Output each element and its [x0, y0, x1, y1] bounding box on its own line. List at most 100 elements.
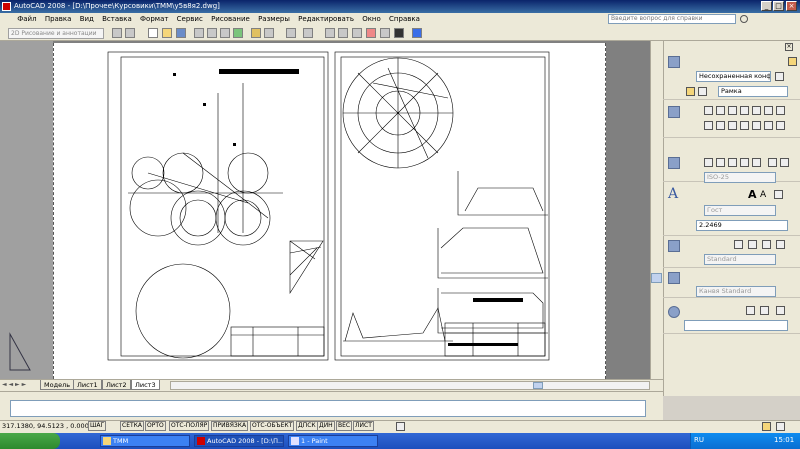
dimensions-panel-icon[interactable]	[668, 157, 680, 169]
text-style-select[interactable]: Гост	[704, 205, 776, 216]
zoom-icon[interactable]	[338, 28, 348, 38]
help-icon[interactable]	[412, 28, 422, 38]
multileader-style-select[interactable]: Standard	[704, 254, 776, 265]
menu-window[interactable]: Окно	[359, 13, 384, 25]
redo-icon[interactable]	[303, 28, 313, 38]
spell-check-icon[interactable]	[774, 190, 783, 199]
polar-toggle[interactable]: ОТС-ПОЛЯР	[169, 421, 210, 431]
workspace-settings-icon[interactable]	[112, 28, 122, 38]
boundary-icon[interactable]	[740, 121, 749, 130]
tolerance-icon[interactable]	[752, 158, 761, 167]
dim-style-select[interactable]: ISO-25	[704, 172, 776, 183]
language-indicator[interactable]: RU	[694, 436, 704, 444]
menu-format[interactable]: Формат	[137, 13, 171, 25]
pan-icon[interactable]	[325, 28, 335, 38]
help-search-input[interactable]: Введите вопрос для справки	[608, 14, 736, 24]
xline-icon[interactable]	[716, 106, 725, 115]
modify-panel-icon[interactable]	[668, 306, 680, 318]
tab-nav-arrows[interactable]: ◄ ◄ ► ►	[2, 381, 36, 389]
ducs-toggle[interactable]: ДПСК	[296, 421, 318, 431]
linear-dim-icon[interactable]	[704, 158, 713, 167]
menu-draw[interactable]: Рисование	[208, 13, 253, 25]
text-height-input[interactable]: 2.2469	[696, 220, 788, 231]
otrack-toggle[interactable]: ОТС-ОБЪЕКТ	[250, 421, 295, 431]
table-style-select[interactable]: Канвя Standard	[696, 286, 776, 297]
autocad-app-icon[interactable]	[2, 2, 11, 11]
leader-remove-icon[interactable]	[762, 240, 771, 249]
ellipse-icon[interactable]	[752, 121, 761, 130]
tab-model[interactable]: Модель	[40, 380, 75, 390]
tab-layout-1[interactable]: Лист1	[73, 380, 102, 390]
dyn-toggle[interactable]: ДИН	[317, 421, 335, 431]
angular-dim-icon[interactable]	[780, 158, 789, 167]
multileader-panel-icon[interactable]	[668, 240, 680, 252]
aligned-dim-icon[interactable]	[716, 158, 725, 167]
print-preview-icon[interactable]	[207, 28, 217, 38]
leader-icon[interactable]	[734, 240, 743, 249]
horizontal-scroll-thumb[interactable]	[533, 382, 543, 389]
osnap-toggle[interactable]: ПРИВЯЗКА	[211, 421, 249, 431]
menu-tools[interactable]: Сервис	[174, 13, 206, 25]
table-panel-icon[interactable]	[668, 272, 680, 284]
block-icon[interactable]	[764, 121, 773, 130]
clock[interactable]: 15:01	[774, 436, 794, 444]
circle-icon[interactable]	[776, 106, 785, 115]
clean-screen-icon[interactable]	[776, 422, 785, 431]
ortho-toggle[interactable]: ОРТО	[145, 421, 166, 431]
toolbar-icon[interactable]	[125, 28, 135, 38]
polygon-icon[interactable]	[740, 106, 749, 115]
layer-select[interactable]: Рамка	[718, 86, 788, 97]
copy-object-icon[interactable]	[760, 306, 769, 315]
paper-toggle[interactable]: ЛИСТ	[353, 421, 374, 431]
vertical-scrollbar[interactable]	[650, 41, 663, 379]
layer-on-icon[interactable]	[686, 87, 695, 96]
continue-dim-icon[interactable]	[740, 158, 749, 167]
leader-add-icon[interactable]	[748, 240, 757, 249]
publish-icon[interactable]	[220, 28, 230, 38]
layer-state-manager-icon[interactable]	[775, 72, 784, 81]
rotate-icon[interactable]	[776, 306, 785, 315]
print-icon[interactable]	[194, 28, 204, 38]
insert-icon[interactable]	[776, 121, 785, 130]
layer-freeze-icon[interactable]	[698, 87, 707, 96]
layers-panel-icon[interactable]	[668, 56, 680, 68]
workspace-select[interactable]: 2D Рисование и аннотации	[8, 28, 104, 39]
menu-file[interactable]: Файл	[14, 13, 39, 25]
region-icon[interactable]	[728, 121, 737, 130]
tray-settings-icon[interactable]	[762, 422, 771, 431]
new-file-icon[interactable]	[148, 28, 158, 38]
maximize-button[interactable]: □	[773, 1, 784, 11]
cut-icon[interactable]	[251, 28, 261, 38]
grid-toggle[interactable]: СЕТКА	[120, 421, 145, 431]
brush-icon[interactable]	[704, 121, 713, 130]
maximize-viewport-icon[interactable]	[396, 422, 405, 431]
save-icon[interactable]	[176, 28, 186, 38]
single-line-text-icon[interactable]: A	[760, 190, 766, 200]
baseline-dim-icon[interactable]	[728, 158, 737, 167]
close-button[interactable]: ×	[786, 1, 797, 11]
task-folder[interactable]: ТММ	[100, 435, 190, 447]
tab-layout-3[interactable]: Лист3	[131, 380, 160, 390]
lineweight-toggle[interactable]: ВЕС	[336, 421, 353, 431]
draw-panel-icon[interactable]	[668, 106, 680, 118]
design-center-icon[interactable]	[366, 28, 376, 38]
radius-dim-icon[interactable]	[768, 158, 777, 167]
palette-close-icon[interactable]: ×	[785, 43, 793, 51]
menu-insert[interactable]: Вставка	[99, 13, 135, 25]
coordinates-readout[interactable]: 317.1380, 94.5123 , 0.0000	[2, 422, 93, 431]
horizontal-scrollbar[interactable]	[170, 381, 650, 390]
arc-icon[interactable]	[764, 106, 773, 115]
text-panel-icon[interactable]: A	[668, 186, 678, 202]
vertical-scroll-thumb[interactable]	[651, 273, 662, 283]
menu-view[interactable]: Вид	[77, 13, 97, 25]
properties-icon[interactable]	[352, 28, 362, 38]
task-paint[interactable]: 1 - Paint	[288, 435, 378, 447]
undo-icon[interactable]	[286, 28, 296, 38]
rectangle-icon[interactable]	[752, 106, 761, 115]
menu-help[interactable]: Справка	[386, 13, 423, 25]
polyline-icon[interactable]	[728, 106, 737, 115]
multiline-text-icon[interactable]: A	[748, 188, 757, 201]
hatch-icon[interactable]	[716, 121, 725, 130]
modify-select[interactable]	[684, 320, 788, 331]
menu-edit[interactable]: Правка	[42, 13, 75, 25]
